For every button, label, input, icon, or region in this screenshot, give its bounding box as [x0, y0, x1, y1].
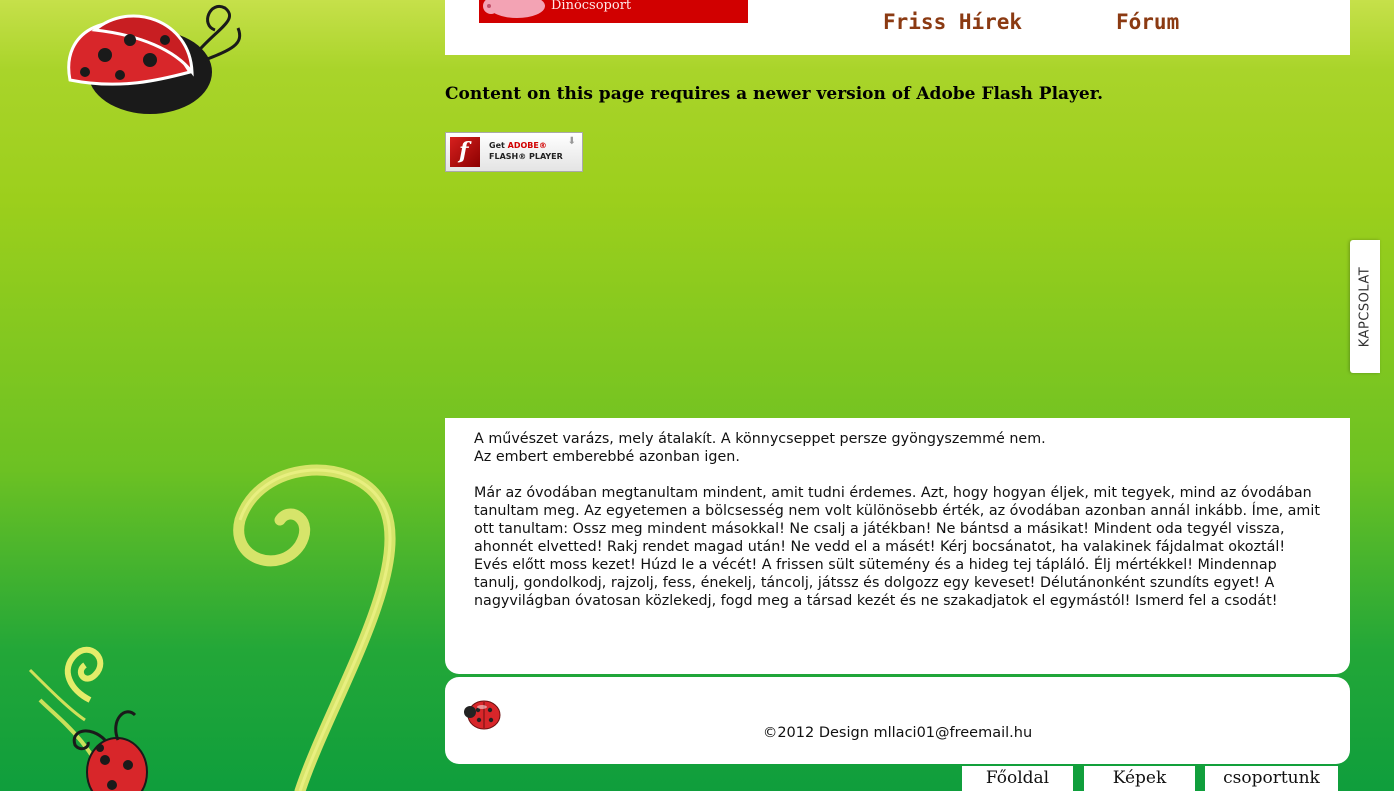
nav-kepek[interactable]: Képek	[1084, 766, 1195, 791]
pig-logo-icon	[483, 0, 545, 18]
ladybug-bottom-icon	[72, 710, 148, 791]
vine-curl-small	[38, 698, 112, 791]
nav-friss-hirek[interactable]: Friss Hírek	[883, 10, 1022, 34]
flash-badge-line1: Get ADOBE®	[489, 141, 547, 150]
header-bar: Dinócsoport Friss Hírek Fórum	[445, 0, 1350, 55]
nav-forum[interactable]: Fórum	[1116, 10, 1179, 34]
vine-curl	[233, 464, 396, 791]
footer: ©2012 Design mllaci01@freemail.hu	[445, 677, 1350, 764]
nav-csoportunk[interactable]: csoportunk	[1205, 766, 1338, 791]
ladybug-top-icon	[67, 4, 242, 114]
get-flash-player-button[interactable]: f Get ADOBE® FLASH® PLAYER ⬇	[445, 132, 583, 172]
content-panel: A művészet varázs, mely átalakít. A könn…	[445, 418, 1350, 674]
copyright-text: ©2012 Design mllaci01@freemail.hu	[762, 725, 1033, 741]
contact-side-tab-label: KAPCSOLAT	[1357, 266, 1373, 347]
nav-fooldal[interactable]: Főoldal	[962, 766, 1073, 791]
flash-required-message: Content on this page requires a newer ve…	[445, 84, 1104, 104]
contact-side-tab[interactable]: KAPCSOLAT	[1350, 240, 1380, 373]
logo-banner[interactable]: Dinócsoport	[479, 0, 748, 23]
flash-player-icon: f	[450, 137, 480, 167]
flash-badge-line2: FLASH® PLAYER	[489, 152, 563, 161]
quote-line-2: Az embert emberebbé azonban igen.	[474, 449, 740, 465]
logo-text: Dinócsoport	[551, 0, 632, 13]
quote-line-1: A művészet varázs, mely átalakít. A könn…	[474, 431, 1046, 447]
download-arrow-icon: ⬇	[567, 136, 576, 147]
main-paragraph: Már az óvodában megtanultam mindent, ami…	[474, 485, 1320, 609]
background-decoration	[28, 4, 396, 791]
